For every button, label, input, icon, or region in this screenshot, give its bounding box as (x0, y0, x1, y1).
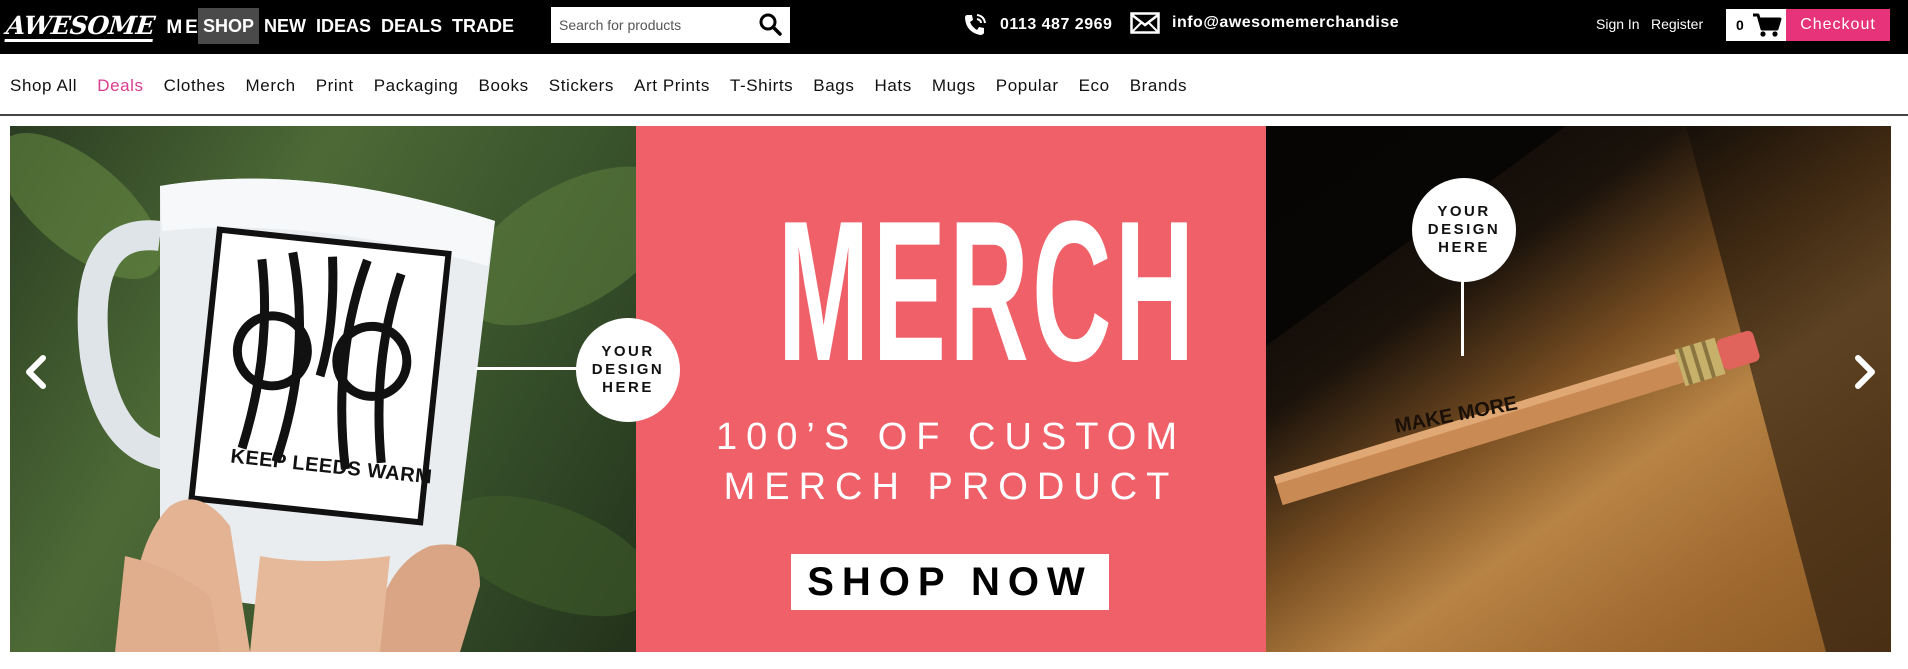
email-contact[interactable]: info@awesomemerchandise (1130, 12, 1399, 34)
category-packaging[interactable]: Packaging (374, 76, 459, 96)
slider-next-arrow[interactable] (1845, 348, 1885, 396)
nav-new[interactable]: NEW (259, 8, 311, 44)
nav-ideas[interactable]: IDEAS (311, 8, 376, 44)
email-address: info@awesomemerchandise (1172, 14, 1400, 31)
hero-tagline-1: 100’S OF CUSTOM (715, 416, 1187, 458)
chevron-right-icon (1855, 355, 1875, 389)
design-badge-left: YOUR DESIGN HERE (576, 318, 680, 422)
category-art-prints[interactable]: Art Prints (634, 76, 710, 96)
hero-slider: KEEP LEEDS WARM YOUR DESIGN HERE MERCH 1… (10, 126, 1891, 652)
slider-prev-arrow[interactable] (16, 348, 56, 396)
badge-left-line1: YOUR (601, 343, 655, 360)
phone-contact[interactable]: 0113 487 2969 (962, 12, 1112, 38)
category-hats[interactable]: Hats (874, 76, 911, 96)
cart-button[interactable]: 0 (1726, 9, 1790, 41)
badge-connector-left (476, 367, 586, 370)
category-merch[interactable]: Merch (246, 76, 296, 96)
badge-right-line1: YOUR (1437, 203, 1491, 220)
category-stickers[interactable]: Stickers (549, 76, 614, 96)
nav-deals[interactable]: DEALS (376, 8, 447, 44)
category-nav: Shop All Deals Clothes Merch Print Packaging B… (0, 54, 1908, 116)
category-mugs[interactable]: Mugs (932, 76, 976, 96)
hero-title: MERCH (777, 180, 1198, 403)
category-deals[interactable]: Deals (97, 76, 143, 96)
checkout-button[interactable]: Checkout (1786, 9, 1890, 41)
category-print[interactable]: Print (316, 76, 354, 96)
category-list: Shop All Deals Clothes Merch Print Packaging B… (10, 76, 1207, 96)
mug-illustration (10, 133, 636, 652)
promo-panel: MERCH 100’S OF CUSTOM MERCH PRODUCT SHOP… (636, 126, 1266, 652)
shop-now-button[interactable]: SHOP NOW (791, 554, 1109, 610)
cart-icon (1752, 13, 1782, 37)
category-popular[interactable]: Popular (996, 76, 1059, 96)
category-brands[interactable]: Brands (1130, 76, 1187, 96)
category-eco[interactable]: Eco (1079, 76, 1110, 96)
sign-in-link[interactable]: Sign In (1596, 16, 1640, 32)
cart-count: 0 (1736, 17, 1744, 33)
hero-tagline-2: MERCH PRODUCT (723, 466, 1179, 508)
mug-photo: KEEP LEEDS WARM (10, 126, 636, 652)
badge-right-line3: HERE (1438, 239, 1490, 256)
search-box (551, 7, 790, 43)
nav-trade[interactable]: TRADE (447, 8, 519, 44)
phone-number: 0113 487 2969 (1000, 16, 1113, 33)
phone-icon (965, 14, 986, 35)
pencil-photo: MAKE MORE (1266, 126, 1891, 652)
badge-left-line3: HERE (602, 379, 654, 396)
register-link[interactable]: Register (1651, 16, 1703, 32)
mail-icon (1130, 12, 1160, 34)
main-nav: SHOP NEW IDEAS DEALS TRADE (198, 8, 519, 44)
logo-word-awesome: AWESOME (4, 10, 157, 42)
design-badge-right: YOUR DESIGN HERE (1412, 178, 1516, 282)
badge-right-line2: DESIGN (1427, 221, 1501, 238)
search-icon[interactable] (758, 12, 782, 36)
category-clothes[interactable]: Clothes (164, 76, 226, 96)
category-books[interactable]: Books (479, 76, 529, 96)
nav-shop[interactable]: SHOP (198, 8, 260, 44)
category-t-shirts[interactable]: T-Shirts (730, 76, 793, 96)
chevron-left-icon (26, 355, 46, 389)
search-input[interactable] (551, 10, 751, 40)
category-bags[interactable]: Bags (813, 76, 854, 96)
pencil-illustration (1266, 126, 1891, 652)
top-bar: AWESOME MERCH SHOP NEW IDEAS DEALS TRADE… (0, 0, 1908, 54)
badge-left-line2: DESIGN (591, 361, 665, 378)
category-shop-all[interactable]: Shop All (10, 76, 77, 96)
